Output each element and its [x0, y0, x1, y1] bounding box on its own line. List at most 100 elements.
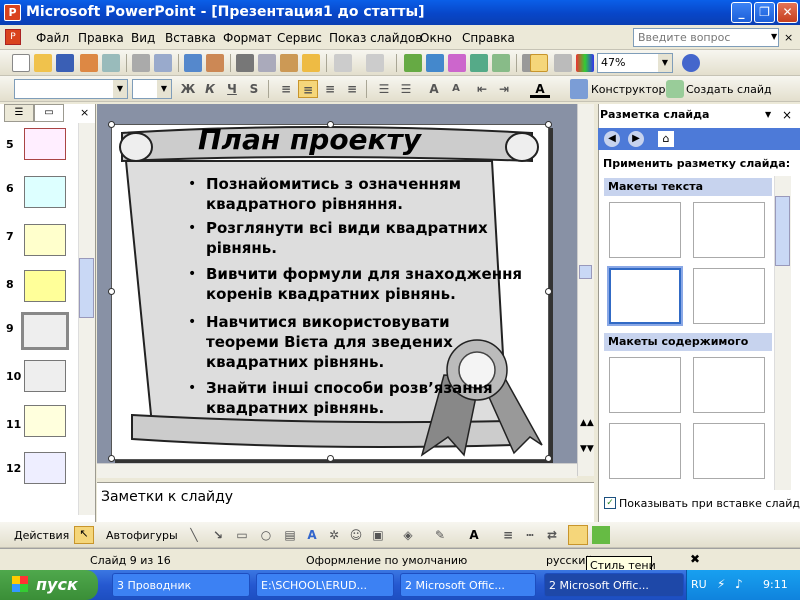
autoshapes-menu[interactable]: Автофигуры	[106, 529, 178, 542]
slide-thumbnail[interactable]	[24, 452, 66, 484]
input-language[interactable]: RU	[691, 578, 707, 591]
menu-slideshow[interactable]: Показ слайдов	[329, 31, 422, 45]
new-icon[interactable]	[12, 54, 30, 72]
dash-style-icon[interactable]: ┅	[520, 526, 540, 544]
resize-handle[interactable]	[545, 288, 552, 295]
paste-icon[interactable]	[280, 54, 298, 72]
layout-title-only[interactable]	[693, 202, 765, 258]
slide-thumbnail-selected[interactable]	[21, 312, 69, 350]
font-size-select[interactable]: ▼	[132, 79, 172, 99]
shadow-style-icon[interactable]	[568, 525, 588, 545]
align-center-icon[interactable]: ≡	[298, 80, 318, 98]
layout-title-slide[interactable]	[609, 202, 681, 258]
print-preview-icon[interactable]	[154, 54, 172, 72]
maximize-button[interactable]: ❐	[754, 2, 775, 23]
menu-window[interactable]: Окно	[420, 31, 452, 45]
insert-table-icon[interactable]	[426, 54, 444, 72]
fill-color-icon[interactable]: ◈	[398, 526, 418, 544]
research-icon[interactable]	[206, 54, 224, 72]
permission-icon[interactable]	[80, 54, 98, 72]
chevron-down-icon[interactable]: ▼	[658, 54, 672, 72]
insert-picture-icon[interactable]	[470, 54, 488, 72]
menu-view[interactable]: Вид	[131, 31, 155, 45]
slide-thumbnail[interactable]	[24, 405, 66, 437]
bullet-text[interactable]: Познайомитись з означенням квадратного р…	[206, 174, 526, 214]
help-icon[interactable]	[682, 54, 700, 72]
slide-thumbnail[interactable]	[24, 270, 66, 302]
print-icon[interactable]	[132, 54, 150, 72]
font-color-icon[interactable]: A	[530, 80, 550, 98]
actions-menu[interactable]: Действия	[14, 529, 69, 542]
taskbar-cmd[interactable]: E:\SCHOOL\ERUD...	[256, 573, 394, 597]
arrow-style-icon[interactable]: ⇄	[542, 526, 562, 544]
spelling-icon[interactable]	[184, 54, 202, 72]
justify-icon[interactable]: ≡	[342, 80, 362, 98]
layout-blank[interactable]	[609, 357, 681, 413]
menu-close-icon[interactable]: ×	[784, 31, 793, 44]
3d-style-icon[interactable]	[592, 526, 610, 544]
notes-pane[interactable]: Заметки к слайду	[97, 482, 594, 522]
slide-title[interactable]: План проекту	[198, 123, 421, 156]
insert-diagram-icon[interactable]	[448, 54, 466, 72]
menu-format[interactable]: Формат	[223, 31, 272, 45]
taskbar-office-2[interactable]: 2 Microsoft Offic...	[544, 573, 684, 597]
email-icon[interactable]	[102, 54, 120, 72]
close-button[interactable]: ✕	[777, 2, 798, 23]
oval-icon[interactable]: ○	[256, 526, 276, 544]
slides-tab[interactable]: ▭	[34, 104, 64, 122]
network-icon[interactable]: ⚡	[717, 577, 725, 591]
layout-two-column[interactable]	[693, 268, 765, 324]
close-icon[interactable]: ×	[80, 106, 89, 119]
chevron-down-icon[interactable]: ▼	[157, 80, 171, 98]
align-left-icon[interactable]: ≡	[276, 80, 296, 98]
menu-tools[interactable]: Сервис	[277, 31, 322, 45]
arrow-icon[interactable]: ↘	[208, 526, 228, 544]
grid-icon[interactable]	[554, 54, 572, 72]
menu-help[interactable]: Справка	[462, 31, 515, 45]
bold-icon[interactable]: Ж	[178, 80, 198, 98]
line-color-icon[interactable]: ✎	[430, 526, 450, 544]
increase-font-icon[interactable]: A	[424, 80, 444, 98]
line-style-icon[interactable]: ≡	[498, 526, 518, 544]
color-grayscale-icon[interactable]	[576, 54, 594, 72]
forward-icon[interactable]: ▶	[628, 131, 644, 147]
resize-handle[interactable]	[545, 121, 552, 128]
chevron-down-icon[interactable]: ▼	[113, 80, 127, 98]
taskbar-office-1[interactable]: 2 Microsoft Offic...	[400, 573, 536, 597]
shadow-icon[interactable]: S	[244, 80, 264, 98]
open-icon[interactable]	[34, 54, 52, 72]
slide-thumbnail[interactable]	[24, 128, 66, 160]
zoom-select[interactable]: 47% ▼	[597, 53, 673, 73]
previous-slide-icon[interactable]: ▲▲	[580, 418, 594, 428]
decrease-indent-icon[interactable]: ⇤	[472, 80, 492, 98]
bullets-icon[interactable]: ☰	[396, 80, 416, 98]
home-icon[interactable]: ⌂	[658, 131, 674, 147]
align-right-icon[interactable]: ≡	[320, 80, 340, 98]
resize-handle[interactable]	[545, 455, 552, 462]
bullet-text[interactable]: Навчитися використовувати теореми Вієта …	[206, 312, 466, 372]
bullet-text[interactable]: Розглянути всі види квадратних рівнянь.	[206, 218, 526, 258]
menu-edit[interactable]: Правка	[78, 31, 124, 45]
help-search-input[interactable]: Введите вопрос	[633, 28, 779, 47]
resize-handle[interactable]	[108, 121, 115, 128]
italic-icon[interactable]: К	[200, 80, 220, 98]
show-on-insert-checkbox[interactable]: ✓	[604, 497, 616, 509]
save-icon[interactable]	[56, 54, 74, 72]
chevron-down-icon[interactable]: ▼	[765, 110, 771, 119]
designer-button[interactable]: Конструктор	[591, 83, 665, 96]
scroll-thumb[interactable]	[79, 258, 94, 318]
font-name-select[interactable]: ▼	[14, 79, 128, 99]
volume-icon[interactable]: ♪	[735, 577, 743, 591]
new-slide-icon[interactable]	[666, 80, 684, 98]
next-slide-icon[interactable]: ▼▼	[580, 444, 594, 454]
show-formatting-icon[interactable]	[530, 54, 548, 72]
decrease-font-icon[interactable]: A	[446, 80, 466, 98]
slide-thumbnail[interactable]	[24, 224, 66, 256]
minimize-button[interactable]: _	[731, 2, 752, 23]
layout-title-text[interactable]	[607, 266, 683, 326]
wordart-icon[interactable]: A	[302, 526, 322, 544]
slides-scrollbar[interactable]	[78, 123, 95, 515]
menu-insert[interactable]: Вставка	[165, 31, 216, 45]
picture-icon[interactable]: ▣	[368, 526, 388, 544]
menu-file[interactable]: Файл	[36, 31, 69, 45]
